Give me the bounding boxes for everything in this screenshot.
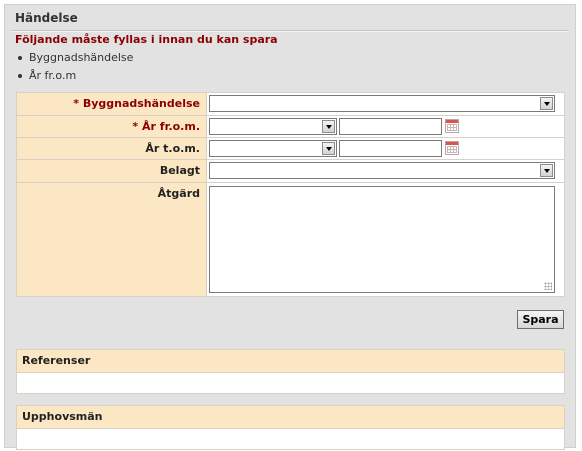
atgard-label: Åtgärd: [16, 182, 207, 297]
save-button[interactable]: Spara: [517, 310, 564, 329]
validation-item: Byggnadshändelse: [15, 49, 133, 67]
panel-title: Händelse: [15, 11, 78, 25]
byggnadshandelse-select[interactable]: [209, 95, 555, 112]
referenser-header: Referenser: [17, 350, 564, 373]
referenser-body: [17, 373, 564, 393]
ar-from-input[interactable]: [339, 118, 442, 135]
upphovsman-body: [17, 429, 564, 449]
upphovsman-section: Upphovsmän: [16, 405, 565, 450]
referenser-section: Referenser: [16, 349, 565, 394]
calendar-icon[interactable]: [445, 141, 459, 155]
belagt-label: Belagt: [16, 159, 207, 183]
chevron-down-icon[interactable]: [540, 164, 553, 177]
divider: [11, 30, 569, 32]
ar-tom-label-text: År t.o.m.: [145, 142, 200, 155]
validation-list: Byggnadshändelse År fr.o.m: [15, 49, 133, 85]
required-marker: *: [73, 97, 79, 110]
belagt-select[interactable]: [209, 162, 555, 179]
resize-grip-icon[interactable]: [544, 282, 552, 290]
ar-from-label: * År fr.o.m.: [16, 115, 207, 138]
chevron-down-icon[interactable]: [322, 120, 335, 133]
handelse-form: * Byggnadshändelse * År fr.o.m. År t.o.m…: [16, 92, 565, 297]
bullet-icon: [18, 74, 22, 78]
byggnadshandelse-label-text: Byggnadshändelse: [82, 97, 200, 110]
ar-tom-input[interactable]: [339, 140, 442, 157]
validation-item-label: Byggnadshändelse: [29, 51, 134, 64]
ar-from-label-text: År fr.o.m.: [142, 120, 200, 133]
validation-item-label: År fr.o.m: [29, 69, 77, 82]
byggnadshandelse-cell: [206, 92, 565, 116]
bullet-icon: [18, 56, 22, 60]
ar-tom-cell: [206, 137, 565, 160]
atgard-cell: [206, 182, 565, 297]
required-marker: *: [132, 120, 139, 133]
chevron-down-icon[interactable]: [322, 142, 335, 155]
handelse-panel: Händelse Följande måste fyllas i innan d…: [4, 4, 576, 450]
atgard-textarea[interactable]: [209, 186, 555, 293]
calendar-icon[interactable]: [445, 119, 459, 133]
ar-tom-select[interactable]: [209, 140, 337, 157]
byggnadshandelse-label: * Byggnadshändelse: [16, 92, 207, 116]
upphovsman-header: Upphovsmän: [17, 406, 564, 429]
atgard-label-text: Åtgärd: [157, 187, 200, 200]
validation-item: År fr.o.m: [15, 67, 133, 85]
belagt-label-text: Belagt: [159, 164, 200, 177]
belagt-cell: [206, 159, 565, 183]
ar-from-cell: [206, 115, 565, 138]
validation-heading: Följande måste fyllas i innan du kan spa…: [15, 33, 278, 46]
ar-from-select[interactable]: [209, 118, 337, 135]
chevron-down-icon[interactable]: [540, 97, 553, 110]
ar-tom-label: År t.o.m.: [16, 137, 207, 160]
